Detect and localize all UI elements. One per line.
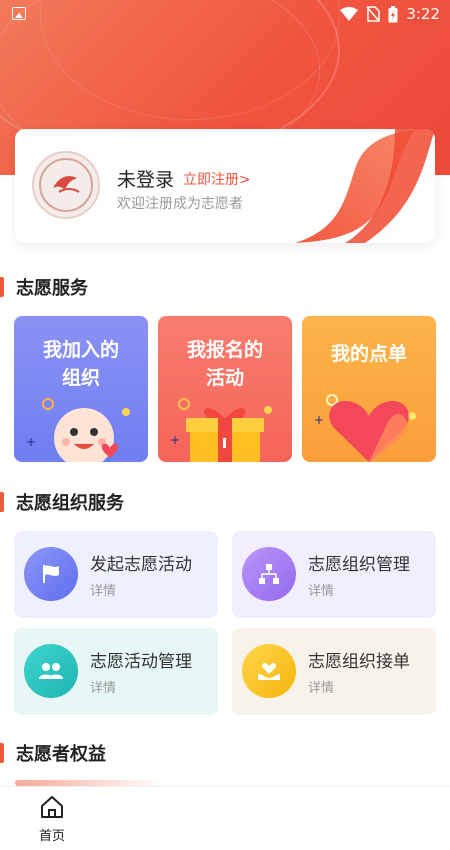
nav-home[interactable]: 首页 [32, 795, 72, 844]
wifi-icon [340, 7, 359, 21]
activity-management-card[interactable]: 志愿活动管理 详情 [14, 628, 218, 715]
status-bar: 3:22 [0, 0, 450, 30]
card-title: 发起志愿活动 [90, 555, 192, 575]
status-time: 3:22 [406, 5, 440, 23]
launch-activity-card[interactable]: 发起志愿活动 详情 [14, 531, 218, 618]
card-label-line1: 我报名的 [186, 339, 263, 361]
svg-text:+: + [170, 433, 180, 447]
my-activities-card[interactable]: 我报名的 活动 + [158, 316, 292, 462]
welcome-text: 欢迎注册成为志愿者 [117, 196, 243, 212]
flag-icon [24, 547, 78, 601]
volunteer-logo-icon [39, 158, 93, 212]
battery-icon [388, 5, 398, 22]
bottom-nav: 首页 [0, 786, 450, 850]
smiley-face-icon: + [26, 398, 130, 462]
card-label-line1: 我加入的 [42, 339, 119, 361]
svg-text:+: + [26, 435, 36, 449]
org-management-card[interactable]: 志愿组织管理 详情 [232, 531, 436, 618]
my-orders-card[interactable]: 我的点单 + [302, 316, 436, 462]
no-sim-icon [366, 6, 381, 22]
register-link[interactable]: 立即注册> [183, 169, 251, 189]
heart-hand-icon [242, 644, 296, 698]
card-title: 志愿活动管理 [90, 652, 192, 672]
card-title: 志愿组织管理 [308, 555, 410, 575]
home-icon [41, 796, 63, 818]
people-icon [24, 644, 78, 698]
image-notification-icon [12, 7, 26, 20]
card-detail: 详情 [90, 681, 117, 696]
profile-card[interactable]: 未登录 立即注册> 欢迎注册成为志愿者 [15, 129, 435, 243]
org-chart-icon [242, 547, 296, 601]
svg-text:+: + [314, 413, 324, 427]
card-title: 志愿组织接单 [308, 652, 410, 672]
card-detail: 详情 [308, 681, 335, 696]
avatar[interactable] [32, 151, 100, 219]
card-detail: 详情 [308, 584, 335, 599]
my-organizations-card[interactable]: 我加入的 组织 + [14, 316, 148, 462]
org-orders-card[interactable]: 志愿组织接单 详情 [232, 628, 436, 715]
heart-icon: + [314, 394, 416, 462]
section-title-volunteer-service: 志愿服务 [0, 274, 88, 300]
gift-box-icon: + [170, 398, 272, 462]
decorative-ribbon [295, 129, 435, 243]
nav-home-label: 首页 [38, 829, 65, 844]
section-title-rights: 志愿者权益 [0, 740, 106, 766]
login-status[interactable]: 未登录 [117, 165, 174, 192]
card-detail: 详情 [90, 584, 117, 599]
section-title-org-service: 志愿组织服务 [0, 489, 124, 515]
card-label-line1: 我的点单 [330, 343, 407, 365]
